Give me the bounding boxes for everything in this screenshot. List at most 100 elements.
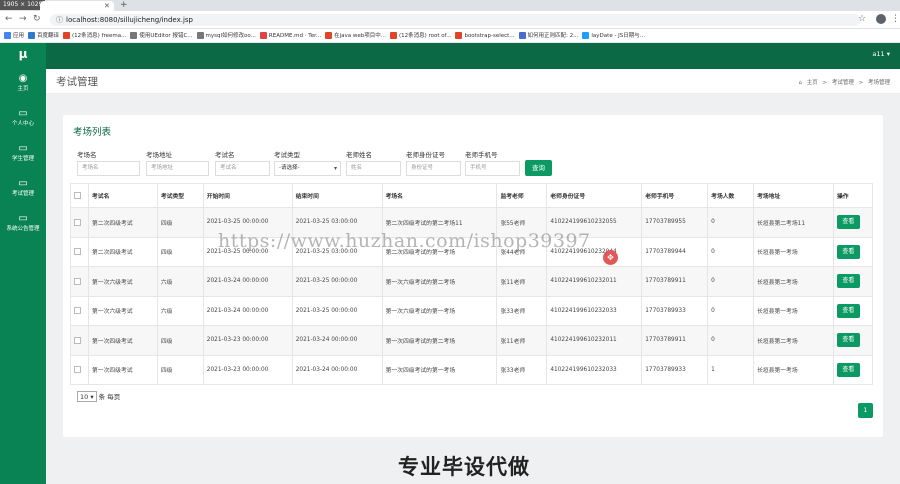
row-checkbox[interactable] bbox=[74, 248, 81, 256]
filter-label: 老师手机号 bbox=[465, 151, 498, 159]
row-select-cell bbox=[70, 266, 89, 297]
home-icon: ⌂ bbox=[798, 80, 802, 86]
tab-close-icon[interactable]: ✕ bbox=[104, 1, 110, 11]
bookmark-item[interactable]: README.md · Ter... bbox=[259, 29, 322, 42]
row-checkbox[interactable] bbox=[74, 277, 81, 285]
select-all-checkbox[interactable] bbox=[74, 192, 81, 199]
view-button[interactable]: 查看 bbox=[836, 303, 860, 318]
bookmark-item[interactable]: 在java web项目中... bbox=[325, 29, 386, 42]
user-menu[interactable]: a11 ▾ bbox=[872, 50, 890, 58]
monitor-icon: ▭ bbox=[18, 143, 28, 154]
table-cell: 长垣县第二考场11 bbox=[753, 207, 834, 238]
column-header: 考试类型 bbox=[156, 183, 204, 208]
bookmark-item[interactable]: 如何用正则匹配: 2... bbox=[518, 29, 578, 42]
view-button[interactable]: 查看 bbox=[836, 274, 860, 289]
view-button[interactable]: 查看 bbox=[836, 362, 860, 377]
exam-type-select[interactable]: -请选择- ▾ bbox=[274, 161, 341, 176]
table-cell: 17703789911 bbox=[641, 325, 709, 356]
table-cell: 第二次四级考试 bbox=[87, 236, 158, 267]
table-cell: 四级 bbox=[156, 236, 204, 267]
view-button[interactable]: 查看 bbox=[836, 333, 860, 348]
table-cell: 2021-03-25 00:00:00 bbox=[291, 266, 383, 297]
sidebar-item-5[interactable]: ▭ 系统公告管理 bbox=[0, 214, 46, 233]
browser-tab[interactable] bbox=[40, 1, 114, 11]
table-cell: 六级 bbox=[156, 266, 204, 297]
filter-input[interactable]: 身份证号 bbox=[406, 161, 461, 176]
url-field[interactable]: ⓘ localhost:8080/sillujicheng/index.jsp bbox=[50, 14, 860, 26]
table-cell: 0 bbox=[707, 266, 755, 297]
breadcrumb-exam[interactable]: 考试管理 bbox=[832, 80, 854, 86]
profile-avatar-icon[interactable] bbox=[876, 14, 886, 24]
table-cell: 410224199610232011 bbox=[546, 266, 643, 297]
breadcrumb-home[interactable]: 主页 bbox=[807, 80, 818, 86]
bookmark-item[interactable]: (12条消息) root of... bbox=[389, 29, 451, 42]
filter-input[interactable]: 考试名 bbox=[215, 161, 270, 176]
sidebar-item-1[interactable]: ◉ 主页 bbox=[0, 74, 46, 93]
browser-menu-icon[interactable]: ⋮ bbox=[891, 14, 900, 24]
search-button[interactable]: 查询 bbox=[525, 160, 552, 176]
row-checkbox[interactable] bbox=[74, 336, 81, 344]
bookmark-item[interactable]: 应用 bbox=[4, 29, 24, 42]
table-row: 第一次六级考试 六级 2021-03-24 00:00:00 2021-03-25 0… bbox=[70, 266, 874, 297]
view-button[interactable]: 查看 bbox=[836, 244, 860, 259]
row-checkbox[interactable] bbox=[74, 366, 81, 374]
bookmark-item[interactable]: mysql如何修改oo... bbox=[196, 29, 256, 42]
bookmark-item[interactable]: bootstrap-select... bbox=[455, 29, 515, 42]
bookmark-item[interactable]: (12条消息) freema... bbox=[63, 29, 127, 42]
filter-label: 考试类型 bbox=[274, 151, 300, 159]
bookmark-favicon-icon bbox=[4, 32, 11, 39]
panel-title: 考场列表 bbox=[73, 127, 112, 138]
table-cell: 2021-03-24 00:00:00 bbox=[202, 266, 293, 297]
table-cell: 17703789944 bbox=[641, 236, 709, 267]
row-checkbox[interactable] bbox=[74, 307, 81, 315]
table-cell: 第一次六级考试 bbox=[87, 295, 158, 326]
sidebar-item-4[interactable]: ▭ 考试管理 bbox=[0, 179, 46, 198]
breadcrumb-separator: > bbox=[858, 80, 864, 86]
reload-icon[interactable]: ↻ bbox=[33, 14, 41, 25]
page-size-value: 10 bbox=[80, 393, 89, 401]
row-checkbox[interactable] bbox=[74, 218, 81, 226]
table-cell: 2021-03-24 00:00:00 bbox=[202, 295, 293, 326]
bookmark-item[interactable]: 使用UEditor 报错C... bbox=[130, 29, 193, 42]
breadcrumb: ⌂ 主页 > 考试管理 > 考场管理 bbox=[795, 78, 890, 86]
filter-label: 老师身份证号 bbox=[406, 151, 445, 159]
bookmark-label: README.md · Ter... bbox=[268, 33, 322, 39]
info-icon[interactable]: ⓘ bbox=[56, 15, 63, 25]
action-cell: 查看 bbox=[832, 325, 874, 356]
bookmark-favicon-icon bbox=[28, 32, 36, 39]
row-select-cell bbox=[70, 207, 89, 238]
new-tab-icon[interactable]: + bbox=[120, 0, 128, 11]
sidebar-item-3[interactable]: ▭ 学生管理 bbox=[0, 144, 46, 163]
table-cell: 第一次六级考试的第二考场 bbox=[381, 266, 498, 297]
sidebar-item-2[interactable]: ▭ 个人中心 bbox=[0, 109, 46, 128]
bookmark-item[interactable]: layDate - JS日期与... bbox=[582, 29, 645, 42]
url-text: localhost:8080/sillujicheng/index.jsp bbox=[66, 16, 194, 24]
table-cell: 四级 bbox=[156, 207, 204, 238]
bookmark-favicon-icon bbox=[130, 32, 138, 39]
view-button[interactable]: 查看 bbox=[836, 215, 860, 230]
filter-input[interactable]: 姓名 bbox=[346, 161, 401, 176]
table-row: 第一次六级考试 六级 2021-03-24 00:00:00 2021-03-25 0… bbox=[70, 295, 874, 326]
table-row: 第一次四级考试 四级 2021-03-23 00:00:00 2021-03-24 0… bbox=[70, 325, 874, 356]
filter-input[interactable]: 考场地址 bbox=[146, 161, 209, 176]
app-header: a11 ▾ bbox=[46, 43, 900, 69]
filter-input[interactable]: 手机号 bbox=[465, 161, 520, 176]
table-cell: 2021-03-24 00:00:00 bbox=[291, 354, 383, 385]
table-cell: 长垣县第一考场 bbox=[753, 354, 834, 385]
bookmark-star-icon[interactable]: ☆ bbox=[858, 14, 866, 24]
sidebar-item-label: 系统公告管理 bbox=[6, 226, 40, 232]
pagination-page-1[interactable]: 1 bbox=[858, 403, 873, 418]
table-cell: 410224199610232011 bbox=[546, 325, 643, 356]
filter-input[interactable]: 考场名 bbox=[77, 161, 140, 176]
forward-icon[interactable]: → bbox=[19, 14, 27, 25]
table-cell: 长垣县第一考场 bbox=[753, 295, 834, 326]
bookmark-label: mysql如何修改oo... bbox=[205, 33, 256, 39]
bookmark-item[interactable]: 百度翻译 bbox=[28, 29, 59, 42]
table-cell: 1 bbox=[707, 354, 755, 385]
page-size-suffix: 条 每页 bbox=[98, 393, 121, 401]
back-icon[interactable]: ← bbox=[5, 14, 13, 25]
bookmark-label: (12条消息) freema... bbox=[72, 33, 127, 39]
table-cell: 17703789955 bbox=[641, 207, 709, 238]
page-size-select[interactable]: 10 ▾ bbox=[77, 391, 97, 402]
table-cell: 张33老师 bbox=[496, 295, 548, 326]
